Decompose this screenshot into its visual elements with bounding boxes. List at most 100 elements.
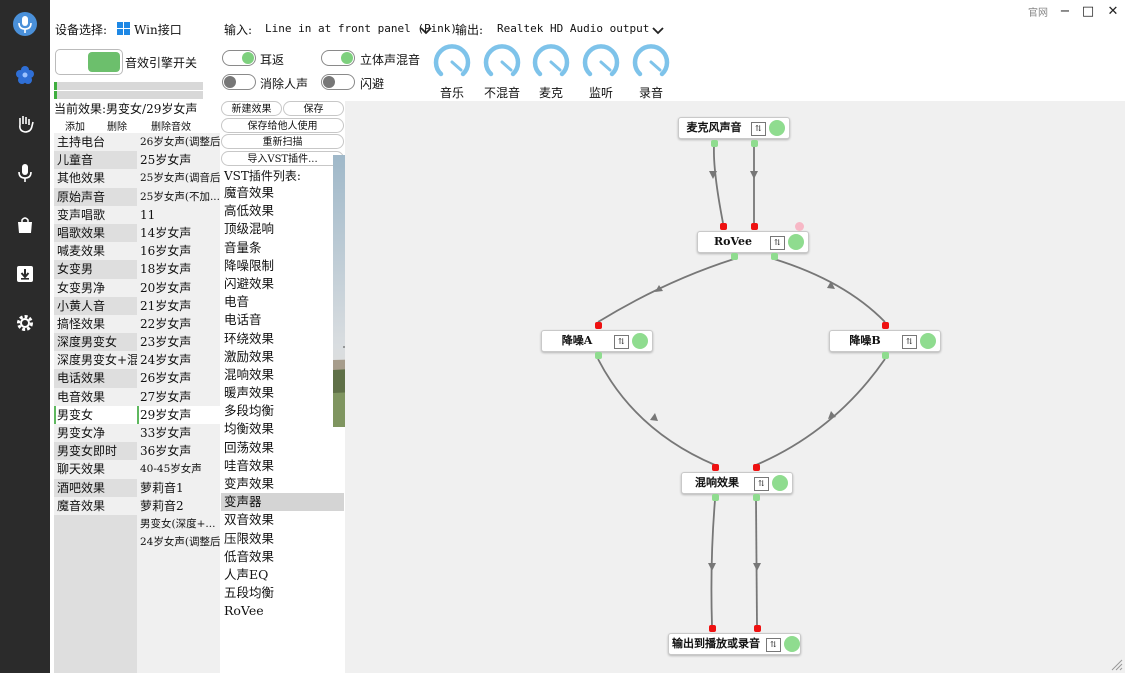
port-in[interactable] [882, 322, 889, 329]
save-button[interactable]: 保存 [283, 101, 344, 116]
volume-dial[interactable] [581, 42, 621, 82]
category-item[interactable]: 搞怪效果 [54, 314, 137, 334]
vst-plugin-item[interactable]: 均衡效果 [221, 420, 344, 438]
preset-item[interactable]: 26岁女声 [137, 369, 220, 387]
vst-plugin-item[interactable]: 变声器 [221, 493, 344, 512]
node-enable-indicator[interactable] [788, 234, 804, 250]
save-for-others-button[interactable]: 保存给他人使用 [221, 118, 344, 133]
vst-plugin-item[interactable]: 人声EQ [221, 566, 344, 584]
vst-plugin-item[interactable]: 哇音效果 [221, 457, 344, 475]
preset-item[interactable]: 27岁女声 [137, 388, 220, 406]
volume-dial[interactable] [631, 42, 671, 82]
minimize-button[interactable]: − [1056, 2, 1074, 20]
vst-plugin-item[interactable]: 多段均衡 [221, 402, 344, 420]
maximize-button[interactable]: □ [1079, 2, 1097, 20]
category-item[interactable]: 小黄人音 [54, 296, 137, 315]
node-enable-indicator[interactable] [632, 333, 648, 349]
swap-icon[interactable]: ⇅ [751, 122, 766, 136]
vst-plugin-item[interactable]: 压限效果 [221, 530, 344, 548]
node-enable-indicator[interactable] [772, 475, 788, 491]
node-enable-indicator[interactable] [920, 333, 936, 349]
preset-item[interactable]: 男变女(深度+... [137, 515, 220, 533]
category-item[interactable]: 主持电台 [54, 133, 137, 152]
preset-item[interactable]: 36岁女声 [137, 442, 220, 460]
close-button[interactable]: ✕ [1104, 2, 1122, 20]
node-enable-indicator[interactable] [784, 636, 800, 652]
preset-item[interactable]: 29岁女声 [137, 405, 220, 424]
node-enable-indicator[interactable] [769, 120, 785, 136]
category-item[interactable]: 女变男净 [54, 278, 137, 297]
port-out[interactable] [751, 140, 758, 147]
download-icon[interactable] [0, 254, 50, 294]
vst-plugin-item[interactable]: 低音效果 [221, 548, 344, 566]
preset-item[interactable]: 26岁女声(调整后) [137, 133, 220, 151]
port-out[interactable] [712, 494, 719, 501]
category-item[interactable]: 喊麦效果 [54, 242, 137, 261]
preset-item[interactable]: 14岁女声 [137, 224, 220, 242]
vst-plugin-item[interactable]: 闪避效果 [221, 275, 344, 293]
preset-item[interactable]: 22岁女声 [137, 315, 220, 333]
vst-plugin-item[interactable]: 魔音效果 [221, 184, 344, 202]
category-item[interactable]: 聊天效果 [54, 460, 137, 479]
category-item[interactable]: 魔音效果 [54, 496, 137, 515]
port-in[interactable] [709, 625, 716, 632]
port-in[interactable] [595, 322, 602, 329]
vst-plugin-item[interactable]: 激励效果 [221, 348, 344, 366]
port-in[interactable] [753, 464, 760, 471]
volume-dial[interactable] [531, 42, 571, 82]
graph-node-noise-reduction-b[interactable]: 降噪B ⇅ [829, 330, 941, 352]
toggle-ducking[interactable] [321, 74, 355, 90]
port-in[interactable] [751, 223, 758, 230]
vst-plugin-item[interactable]: 混响效果 [221, 366, 344, 384]
graph-node-mic[interactable]: 麦克风声音 ⇅ [678, 117, 790, 139]
preset-item[interactable]: 40-45岁女声 [137, 460, 220, 478]
port-out[interactable] [771, 253, 778, 260]
graph-node-rovee[interactable]: RoVee ⇅ [697, 231, 809, 253]
bag-icon[interactable] [0, 205, 50, 245]
volume-dial[interactable] [482, 42, 522, 82]
category-item[interactable]: 男变女 [54, 405, 137, 424]
vst-plugin-item[interactable]: 降噪限制 [221, 257, 344, 275]
port-in[interactable] [754, 625, 761, 632]
preset-item[interactable]: 21岁女声 [137, 297, 220, 315]
rescan-button[interactable]: 重新扫描 [221, 134, 344, 149]
resize-grip-icon[interactable] [1111, 659, 1123, 674]
category-item[interactable]: 男变女即时 [54, 442, 137, 461]
preset-item[interactable]: 25岁女声(调音后) [137, 169, 220, 187]
engine-switch[interactable] [55, 49, 123, 75]
preset-item[interactable]: 11 [137, 206, 220, 224]
category-item[interactable]: 电话效果 [54, 369, 137, 388]
gear-icon[interactable] [0, 303, 50, 343]
port-out[interactable] [711, 140, 718, 147]
swap-icon[interactable]: ⇅ [770, 236, 785, 250]
category-item[interactable]: 男变女净 [54, 424, 137, 443]
device-select[interactable]: Win接口 [134, 21, 182, 38]
import-vst-button[interactable]: 导入VST插件... [221, 151, 344, 166]
port-in[interactable] [795, 222, 804, 231]
port-out[interactable] [595, 352, 602, 359]
vst-plugin-item[interactable]: 音量条 [221, 239, 344, 257]
port-out[interactable] [882, 352, 889, 359]
category-item[interactable]: 酒吧效果 [54, 478, 137, 497]
vst-plugin-item[interactable]: 电音 [221, 293, 344, 311]
official-site-link[interactable]: 官网 [1025, 2, 1051, 20]
delete-sound-button[interactable]: 删除音效 [151, 118, 191, 133]
toggle-remove-vocals[interactable] [222, 74, 256, 90]
port-out[interactable] [753, 494, 760, 501]
category-item[interactable]: 电音效果 [54, 387, 137, 406]
vst-plugin-item[interactable]: 顶级混响 [221, 220, 344, 238]
preset-item[interactable]: 25岁女声(不加... [137, 188, 220, 206]
vst-plugin-item[interactable]: 五段均衡 [221, 584, 344, 602]
category-item[interactable]: 深度男变女+混响 [54, 351, 137, 370]
toggle-stereo-mix[interactable] [321, 50, 355, 66]
swap-icon[interactable]: ⇅ [902, 335, 917, 349]
swap-icon[interactable]: ⇅ [754, 477, 769, 491]
new-effect-button[interactable]: 新建效果 [221, 101, 282, 116]
vst-plugin-item[interactable]: 电话音 [221, 311, 344, 329]
swap-icon[interactable]: ⇅ [766, 638, 781, 652]
chevron-down-icon[interactable] [420, 24, 432, 38]
category-item[interactable]: 儿童音 [54, 151, 137, 170]
volume-dial[interactable] [432, 42, 472, 82]
preset-item[interactable]: 24岁女声(调整后) [137, 533, 220, 551]
hand-icon[interactable] [0, 104, 50, 144]
